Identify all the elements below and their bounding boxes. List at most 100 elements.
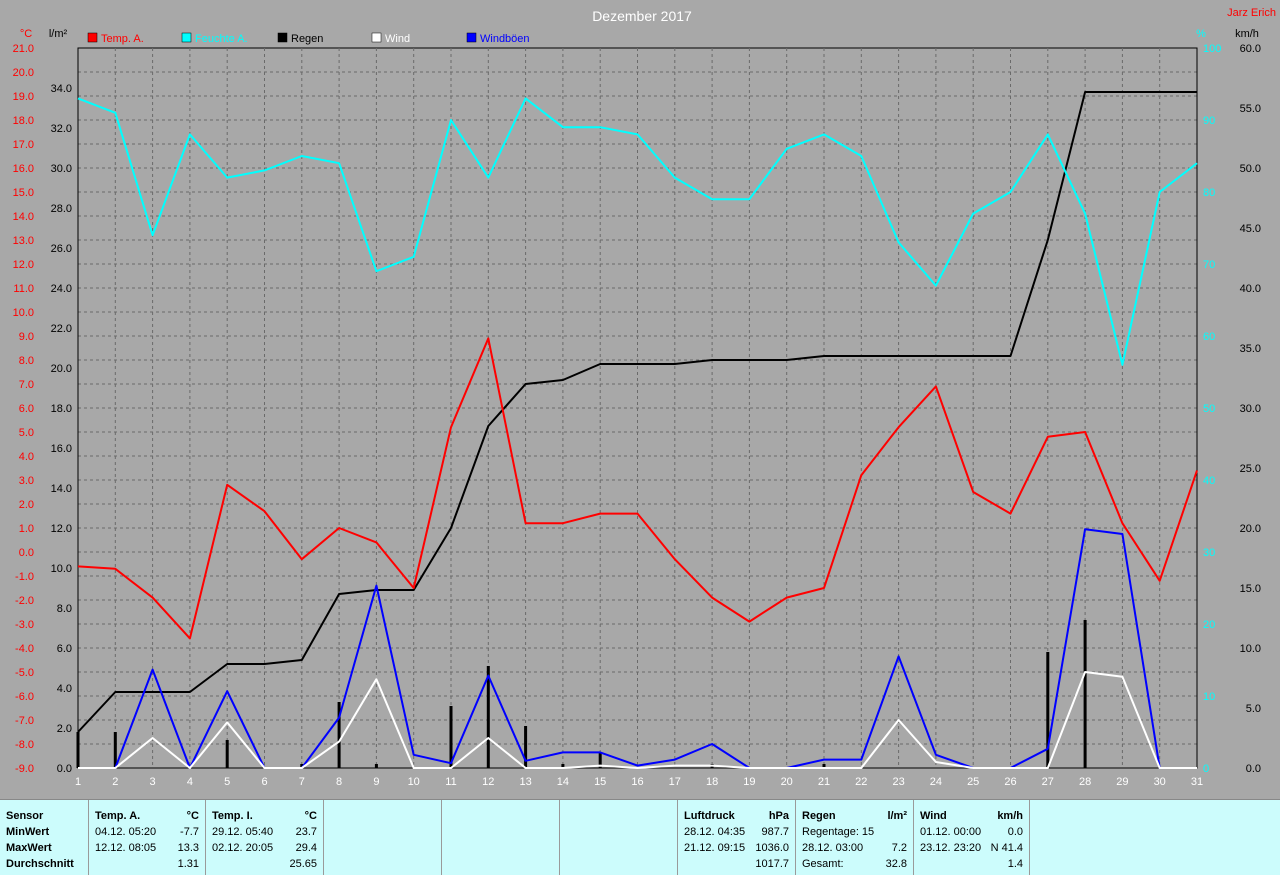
x-tick-label: 20 (781, 776, 793, 788)
rain-total-label: Gesamt: (802, 858, 844, 870)
temp-a-max-value: 13.3 (177, 842, 199, 854)
x-tick-label: 15 (594, 776, 606, 788)
rain-daily-bar (225, 740, 229, 768)
rain-tick-label: 32.0 (51, 123, 72, 135)
author-label: Jarz Erich (1227, 7, 1276, 19)
legend-label: Feuchte A. (195, 33, 248, 45)
humidity-tick-label: 40 (1203, 475, 1215, 487)
x-tick-label: 13 (519, 776, 531, 788)
temp-a-unit: °C (186, 810, 199, 822)
legend: Temp. A. Feuchte A. Regen Wind Windböen (87, 32, 530, 45)
temp-tick-label: 1.0 (19, 523, 34, 535)
x-tick-label: 10 (408, 776, 420, 788)
stats-pressure-column: Luftdruck hPa 28.12. 04:35 987.7 21.12. 09… (678, 800, 796, 875)
wind-tick-label: 60.0 (1240, 43, 1261, 55)
rain-tick-label: 4.0 (57, 683, 72, 695)
rain-daily-bar (486, 666, 490, 768)
x-tick-label: 7 (299, 776, 305, 788)
x-tick-label: 22 (855, 776, 867, 788)
x-tick-label: 14 (557, 776, 569, 788)
temp-tick-label: -6.0 (15, 691, 34, 703)
stats-rain-column: Regen l/m² Regentage: 15 28.12. 03:00 7.2 … (796, 800, 914, 875)
temp-tick-label: 16.0 (13, 163, 34, 175)
temp-tick-label: 20.0 (13, 67, 34, 79)
statistics-panel: Sensor MinWert MaxWert Durchschnitt Temp… (0, 799, 1280, 875)
pressure-unit: hPa (768, 810, 789, 822)
x-tick-label: 28 (1079, 776, 1091, 788)
wind-avg-value: 1.4 (1007, 858, 1023, 870)
stats-empty-column-3 (560, 800, 678, 875)
pressure-min-time: 28.12. 04:35 (684, 826, 746, 838)
wind-max-value: N 41.4 (990, 842, 1023, 854)
x-tick-label: 26 (1004, 776, 1016, 788)
humidity-tick-label: 70 (1203, 259, 1215, 271)
stats-empty-column-1 (324, 800, 442, 875)
temp-tick-label: 9.0 (19, 331, 34, 343)
rain-tick-label: 24.0 (51, 283, 72, 295)
x-tick-label: 4 (187, 776, 193, 788)
stats-max-label: MaxWert (6, 842, 52, 854)
rain-tick-label: 0.0 (57, 763, 72, 775)
humidity-tick-label: 30 (1203, 547, 1215, 559)
temp-i-unit: °C (304, 810, 317, 822)
x-tick-label: 24 (930, 776, 942, 788)
rain-tick-label: 18.0 (51, 403, 72, 415)
wind-min-value: 0.0 (1007, 826, 1023, 838)
wind-tick-label: 45.0 (1240, 223, 1261, 235)
wind-tick-label: 50.0 (1240, 163, 1261, 175)
stats-wind-column: Wind km/h 01.12. 00:00 0.0 23.12. 23:20 N 4… (914, 800, 1030, 875)
pressure-header: Luftdruck (684, 810, 735, 822)
humidity-tick-label: 10 (1203, 691, 1215, 703)
temp-tick-label: 3.0 (19, 475, 34, 487)
legend-label: Temp. A. (101, 33, 144, 45)
wind-tick-label: 15.0 (1240, 583, 1261, 595)
temp-tick-label: 19.0 (13, 91, 34, 103)
temp-i-max-value: 29.4 (295, 842, 317, 854)
temp-tick-label: 4.0 (19, 451, 34, 463)
wind-tick-label: 20.0 (1240, 523, 1261, 535)
chart-title: Dezember 2017 (592, 8, 692, 24)
rain-unit-label: l/m² (49, 28, 68, 40)
x-tick-label: 23 (892, 776, 904, 788)
temp-tick-label: -3.0 (15, 619, 34, 631)
axes: 21.020.019.018.017.016.015.014.013.012.0… (13, 43, 1261, 788)
rain-daily-bar (76, 732, 80, 768)
rain-tick-label: 28.0 (51, 203, 72, 215)
x-tick-label: 19 (743, 776, 755, 788)
rain-daily-bar (1083, 620, 1087, 768)
humidity-tick-label: 50 (1203, 403, 1215, 415)
temp-tick-label: 0.0 (19, 547, 34, 559)
rain-tick-label: 20.0 (51, 363, 72, 375)
rain-tick-label: 34.0 (51, 83, 72, 95)
temp-tick-label: 12.0 (13, 259, 34, 271)
wind-tick-label: 55.0 (1240, 103, 1261, 115)
temp-i-min-value: 23.7 (295, 826, 317, 838)
pressure-avg-value: 1017.7 (755, 858, 789, 870)
x-tick-label: 5 (224, 776, 230, 788)
rain-tick-label: 30.0 (51, 163, 72, 175)
legend-swatch (466, 32, 477, 43)
temp-tick-label: 15.0 (13, 187, 34, 199)
temp-tick-label: -7.0 (15, 715, 34, 727)
rain-tick-label: 14.0 (51, 483, 72, 495)
temp-tick-label: 13.0 (13, 235, 34, 247)
x-tick-label: 2 (112, 776, 118, 788)
rain-tick-label: 22.0 (51, 323, 72, 335)
rain-tick-label: 2.0 (57, 723, 72, 735)
stats-temp-i-column: Temp. I. °C 29.12. 05:40 23.7 02.12. 20:05… (206, 800, 324, 875)
x-tick-label: 30 (1154, 776, 1166, 788)
temp-a-min-value: -7.7 (180, 826, 199, 838)
x-tick-label: 18 (706, 776, 718, 788)
wind-unit: km/h (997, 810, 1023, 822)
temp-tick-label: 11.0 (13, 283, 34, 295)
temp-i-max-time: 02.12. 20:05 (212, 842, 274, 854)
rain-tick-label: 26.0 (51, 243, 72, 255)
temp-i-min-time: 29.12. 05:40 (212, 826, 274, 838)
wind-tick-label: 35.0 (1240, 343, 1261, 355)
x-tick-label: 11 (445, 776, 456, 788)
x-tick-label: 27 (1042, 776, 1054, 788)
legend-swatch (371, 32, 382, 43)
legend-label: Windböen (480, 33, 530, 45)
temp-tick-label: 5.0 (19, 427, 34, 439)
pressure-max-value: 1036.0 (755, 842, 789, 854)
